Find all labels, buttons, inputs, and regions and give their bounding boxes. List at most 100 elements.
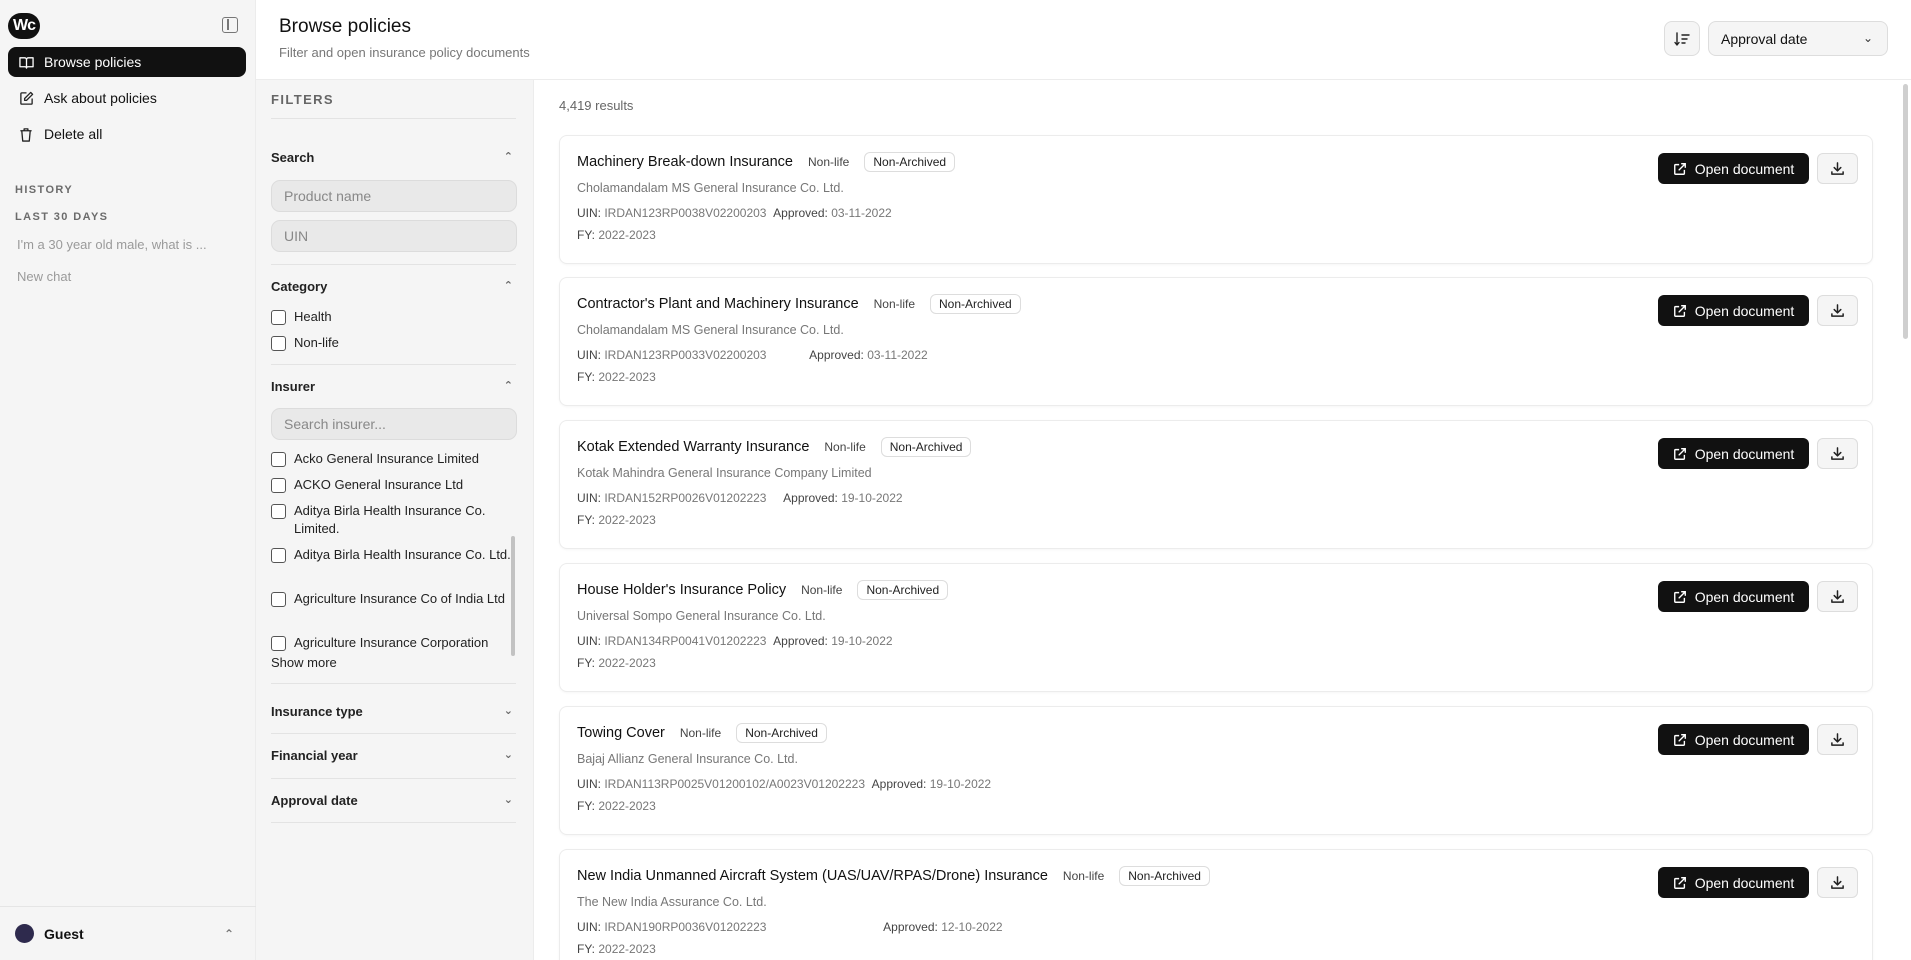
policy-title[interactable]: Towing Cover xyxy=(577,725,665,741)
chevron-up-icon: ⌃ xyxy=(223,927,234,941)
filter-insurer-label: Insurer xyxy=(271,379,316,394)
insurer-option[interactable]: Agriculture Insurance Co of India Ltd xyxy=(271,590,516,608)
policy-meta: UIN: IRDAN152RP0026V01202223 Approved: 1… xyxy=(577,491,903,505)
uin-prefix: UIN: xyxy=(577,777,601,791)
checkbox[interactable] xyxy=(271,592,286,607)
policy-uin: IRDAN152RP0026V01202223 xyxy=(604,491,767,505)
policy-meta: UIN: IRDAN113RP0025V01200102/A0023V01202… xyxy=(577,777,991,791)
download-button[interactable] xyxy=(1817,153,1858,184)
divider xyxy=(271,118,516,119)
option-label: Aditya Birla Health Insurance Co. Limite… xyxy=(294,503,486,536)
approved-prefix: Approved: xyxy=(773,634,828,648)
user-menu[interactable]: Guest ⌃ xyxy=(0,906,256,960)
filter-category-header[interactable]: Category ⌃ xyxy=(271,279,516,294)
checkbox[interactable] xyxy=(271,452,286,467)
download-icon xyxy=(1831,304,1844,317)
filter-insurance-type-label: Insurance type xyxy=(271,704,363,719)
policy-title[interactable]: House Holder's Insurance Policy xyxy=(577,582,786,598)
download-button[interactable] xyxy=(1817,581,1858,612)
insurer-option[interactable]: Aditya Birla Health Insurance Co. Limite… xyxy=(271,502,516,538)
results-panel: 4,419 results Machinery Break-down Insur… xyxy=(534,80,1911,960)
checkbox[interactable] xyxy=(271,336,286,351)
insurer-option[interactable]: Agriculture Insurance Corporation xyxy=(271,634,516,652)
nav-ask-about-policies[interactable]: Ask about policies xyxy=(8,83,246,113)
fy-prefix: FY: xyxy=(577,370,596,384)
approved-prefix: Approved: xyxy=(871,777,927,791)
download-icon xyxy=(1831,590,1844,603)
policy-title[interactable]: Machinery Break-down Insurance xyxy=(577,154,793,170)
nav-label: Delete all xyxy=(44,126,103,142)
download-button[interactable] xyxy=(1817,438,1858,469)
open-document-label: Open document xyxy=(1694,302,1795,319)
checkbox[interactable] xyxy=(271,504,286,519)
open-document-label: Open document xyxy=(1694,731,1795,748)
status-badge: Non-Archived xyxy=(930,294,1021,314)
nav-browse-policies[interactable]: Browse policies xyxy=(8,47,246,77)
category-option-non-life[interactable]: Non-life xyxy=(271,334,516,352)
category-tag: Non-life xyxy=(801,583,843,597)
history-item[interactable]: I'm a 30 year old male, what is ... xyxy=(17,237,207,252)
sort-order-button[interactable] xyxy=(1664,21,1700,56)
checkbox[interactable] xyxy=(271,310,286,325)
external-link-icon xyxy=(1673,590,1686,603)
checkbox[interactable] xyxy=(271,636,286,651)
insurer-option[interactable]: ACKO General Insurance Ltd xyxy=(271,476,516,494)
insurer-option[interactable]: Acko General Insurance Limited xyxy=(271,450,516,468)
user-name: Guest xyxy=(44,925,84,942)
download-button[interactable] xyxy=(1817,295,1858,326)
product-name-input[interactable] xyxy=(271,180,517,212)
policy-title[interactable]: Kotak Extended Warranty Insurance xyxy=(577,439,809,455)
policy-fy: FY: 2022-2023 xyxy=(577,942,656,956)
policy-insurer: Cholamandalam MS General Insurance Co. L… xyxy=(577,181,844,195)
open-document-button[interactable]: Open document xyxy=(1658,438,1809,469)
policy-meta: UIN: IRDAN123RP0033V02200203 Approved: 0… xyxy=(577,348,928,362)
fy-prefix: FY: xyxy=(577,799,596,813)
policy-fy: FY: 2022-2023 xyxy=(577,799,656,813)
open-document-label: Open document xyxy=(1694,588,1795,605)
show-more-link[interactable]: Show more xyxy=(271,655,337,670)
card-title-row: Kotak Extended Warranty Insurance Non-li… xyxy=(577,437,972,457)
policy-meta: UIN: IRDAN134RP0041V01202223 Approved: 1… xyxy=(577,634,893,648)
book-icon xyxy=(18,54,34,70)
history-item[interactable]: New chat xyxy=(17,269,71,284)
app-logo[interactable]: Wc xyxy=(8,13,40,39)
open-document-button[interactable]: Open document xyxy=(1658,581,1809,612)
filter-insurer-header[interactable]: Insurer ⌃ xyxy=(271,379,516,394)
download-button[interactable] xyxy=(1817,867,1858,898)
open-document-button[interactable]: Open document xyxy=(1658,867,1809,898)
policy-insurer: Bajaj Allianz General Insurance Co. Ltd. xyxy=(577,752,798,766)
uin-input[interactable] xyxy=(271,220,517,252)
policy-title[interactable]: Contractor's Plant and Machinery Insuran… xyxy=(577,296,859,312)
policy-meta: UIN: IRDAN190RP0036V01202223 Approved: 1… xyxy=(577,920,1003,934)
filter-insurance-type-header[interactable]: Insurance type ⌄ xyxy=(271,704,516,719)
policy-insurer: Kotak Mahindra General Insurance Company… xyxy=(577,466,872,480)
insurer-list[interactable]: Acko General Insurance Limited ACKO Gene… xyxy=(256,450,533,728)
page-subtitle: Filter and open insurance policy documen… xyxy=(279,45,530,60)
checkbox[interactable] xyxy=(271,478,286,493)
policy-fy-value: 2022-2023 xyxy=(598,656,656,670)
insurer-search-input[interactable] xyxy=(271,408,517,440)
policy-title[interactable]: New India Unmanned Aircraft System (UAS/… xyxy=(577,868,1048,884)
sidebar-toggle-icon[interactable] xyxy=(222,17,238,33)
category-option-health[interactable]: Health xyxy=(271,308,516,326)
fy-prefix: FY: xyxy=(577,656,596,670)
policy-approved-date: 19-10-2022 xyxy=(929,777,992,791)
policy-insurer: Universal Sompo General Insurance Co. Lt… xyxy=(577,609,826,623)
insurer-option[interactable]: Aditya Birla Health Insurance Co. Ltd. xyxy=(271,546,516,564)
status-badge: Non-Archived xyxy=(880,437,972,457)
filter-approval-date-header[interactable]: Approval date ⌄ xyxy=(271,793,516,808)
policy-fy: FY: 2022-2023 xyxy=(577,370,656,384)
checkbox[interactable] xyxy=(271,548,286,563)
page-scrollbar[interactable] xyxy=(1903,84,1908,339)
filter-search-header[interactable]: Search ⌃ xyxy=(271,150,516,165)
open-document-button[interactable]: Open document xyxy=(1658,153,1809,184)
open-document-button[interactable]: Open document xyxy=(1658,724,1809,755)
insurer-list-scrollbar[interactable] xyxy=(511,536,515,656)
chevron-down-icon: ⌄ xyxy=(1862,31,1873,45)
nav-delete-all[interactable]: Delete all xyxy=(8,119,246,149)
open-document-button[interactable]: Open document xyxy=(1658,295,1809,326)
filter-financial-year-header[interactable]: Financial year ⌄ xyxy=(271,748,516,763)
download-button[interactable] xyxy=(1817,724,1858,755)
sort-by-select[interactable]: Approval date ⌄ xyxy=(1708,21,1888,56)
category-tag: Non-life xyxy=(824,440,866,454)
